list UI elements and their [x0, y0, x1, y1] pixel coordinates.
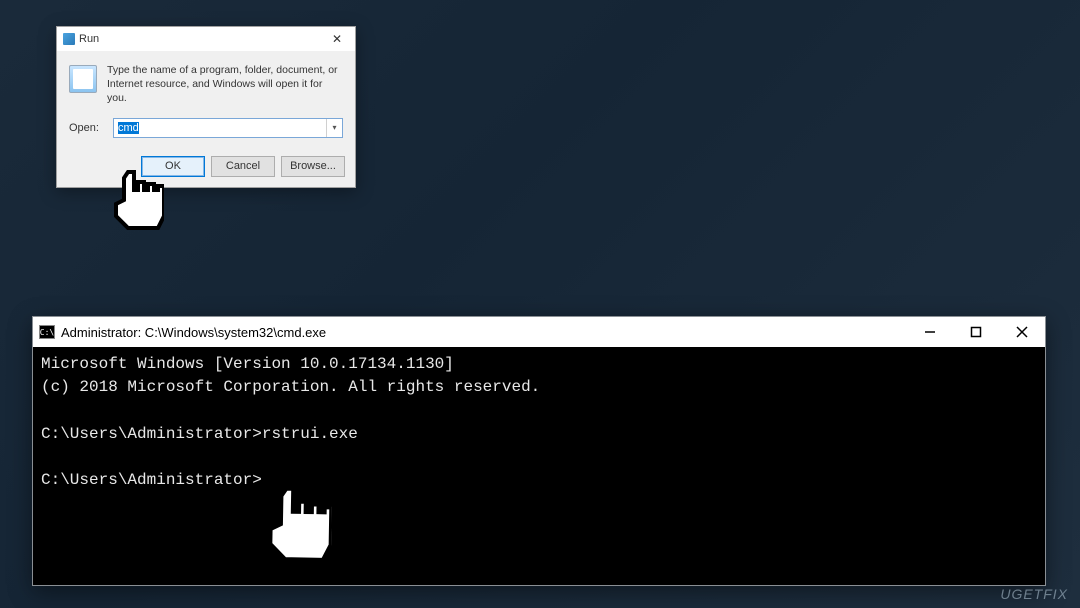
cmd-title-text: Administrator: C:\Windows\system32\cmd.e…: [61, 325, 326, 340]
maximize-button[interactable]: [953, 317, 999, 347]
close-button[interactable]: [999, 317, 1045, 347]
run-title-text: Run: [79, 33, 99, 45]
run-close-button[interactable]: ✕: [323, 30, 351, 48]
cmd-line: Microsoft Windows [Version 10.0.17134.11…: [41, 355, 454, 373]
cmd-window: C:\ Administrator: C:\Windows\system32\c…: [32, 316, 1046, 586]
run-open-label: Open:: [69, 122, 105, 134]
run-input-combobox[interactable]: ▾: [113, 118, 343, 138]
run-open-input[interactable]: [114, 119, 326, 137]
run-description: Type the name of a program, folder, docu…: [107, 63, 343, 106]
run-titlebar[interactable]: Run ✕: [57, 27, 355, 51]
run-dialog-icon: [69, 65, 97, 93]
minimize-button[interactable]: [907, 317, 953, 347]
cmd-titlebar[interactable]: C:\ Administrator: C:\Windows\system32\c…: [33, 317, 1045, 347]
watermark: UGETFIX: [1000, 586, 1068, 602]
run-app-icon: [63, 33, 75, 45]
run-dialog: Run ✕ Type the name of a program, folder…: [56, 26, 356, 188]
ok-button[interactable]: OK: [141, 156, 205, 177]
cmd-line: C:\Users\Administrator>: [41, 471, 262, 489]
cmd-app-icon: C:\: [39, 325, 55, 339]
run-dropdown-button[interactable]: ▾: [326, 119, 342, 137]
cancel-button[interactable]: Cancel: [211, 156, 275, 177]
cmd-line: (c) 2018 Microsoft Corporation. All righ…: [41, 378, 540, 396]
browse-button[interactable]: Browse...: [281, 156, 345, 177]
cmd-line: C:\Users\Administrator>rstrui.exe: [41, 425, 358, 443]
cmd-terminal[interactable]: Microsoft Windows [Version 10.0.17134.11…: [33, 347, 1045, 585]
